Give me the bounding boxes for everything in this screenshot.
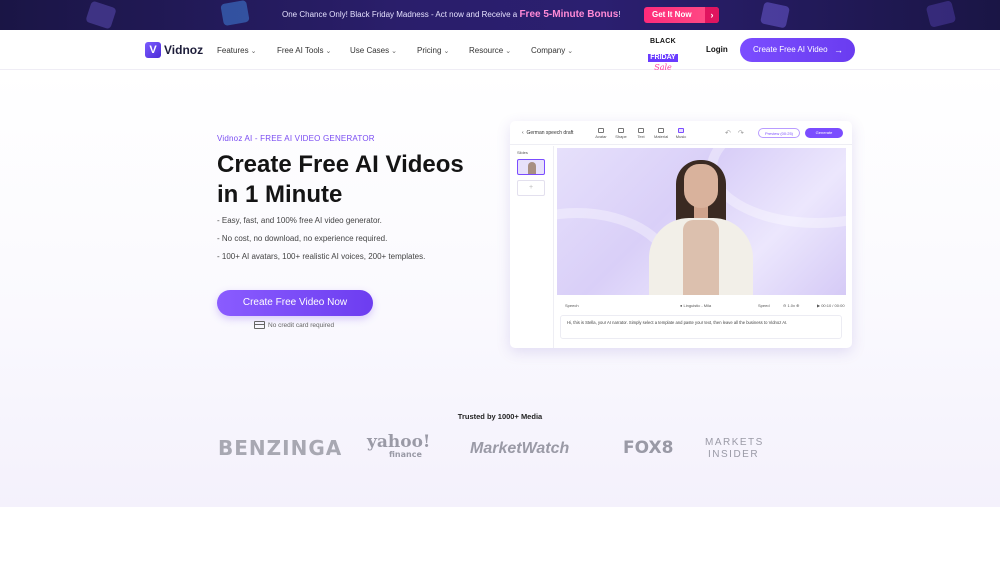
credit-card-icon (254, 321, 265, 329)
nav-item-features[interactable]: Features ⌄ (217, 46, 256, 55)
hero-title: Create Free AI Videos in 1 Minute (217, 151, 464, 208)
shape-tool: Shape (614, 128, 628, 139)
gift-decoration (85, 0, 117, 30)
create-free-ai-video-button[interactable]: Create Free AI Video → (740, 38, 855, 62)
speech-panel: Speech ● Linguistic - Mila Speed ⊖ 1.0x … (557, 299, 846, 345)
chevron-down-icon: ⌄ (391, 48, 397, 55)
slide-thumbnail (517, 159, 545, 175)
avatar-canvas (557, 148, 846, 295)
undo-icon: ↶ (725, 130, 731, 137)
nav-item-free-ai-tools[interactable]: Free AI Tools ⌄ (277, 46, 331, 55)
slides-panel: Slides + (510, 146, 554, 348)
logo-mark: V (145, 42, 161, 58)
nav-item-company[interactable]: Company ⌄ (531, 46, 573, 55)
promo-highlight: Free 5-Minute Bonus (519, 9, 619, 20)
promo-text: One Chance Only! Black Friday Madness - … (282, 9, 621, 20)
redo-icon: ↷ (738, 130, 744, 137)
nav-item-resource[interactable]: Resource ⌄ (469, 46, 511, 55)
hero-bullet: - No cost, no download, no experience re… (217, 234, 388, 243)
yahoo-finance-logo: yahoo! finance (367, 432, 431, 460)
trusted-heading: Trusted by 1000+ Media (457, 412, 543, 421)
material-tool: Material (654, 128, 668, 139)
promo-banner[interactable]: One Chance Only! Black Friday Madness - … (0, 0, 1000, 30)
chevron-down-icon: ⌄ (250, 48, 257, 55)
hero-bullet: - Easy, fast, and 100% free AI video gen… (217, 216, 382, 225)
hero-eyebrow: Vidnoz AI - FREE AI VIDEO GENERATOR (217, 134, 375, 143)
text-icon (638, 128, 644, 133)
text-tool: Text (634, 128, 648, 139)
get-it-now-button[interactable]: Get It Now › (644, 7, 719, 23)
no-credit-card-note: No credit card required (254, 321, 334, 329)
preview-button: Preview (00:25) (758, 128, 800, 138)
editor-preview: ‹ German speech draft Avatar Shape Text … (510, 121, 852, 348)
script-textbox: Hi, this is Stella, your AI narrator. Si… (560, 315, 842, 339)
create-free-video-now-button[interactable]: Create Free Video Now (217, 290, 373, 316)
add-slide-icon: + (517, 180, 545, 196)
logo-name: Vidnoz (164, 43, 204, 57)
login-link[interactable]: Login (706, 45, 728, 54)
benzinga-logo: BENZINGA (218, 436, 343, 460)
gift-decoration (925, 0, 957, 28)
chevron-down-icon: ⌄ (505, 48, 512, 55)
chevron-down-icon: ⌄ (443, 48, 450, 55)
nav-item-pricing[interactable]: Pricing ⌄ (417, 46, 449, 55)
vidnoz-logo[interactable]: V Vidnoz (145, 42, 203, 58)
gift-decoration (759, 1, 791, 29)
avatar-icon (598, 128, 604, 133)
material-icon (658, 128, 664, 133)
gift-decoration (220, 0, 250, 27)
chevron-right-icon: › (705, 7, 719, 23)
markets-insider-logo: MARKETS INSIDER (705, 437, 764, 460)
black-friday-badge[interactable]: BLACK FRIDAY Sale (647, 38, 679, 72)
chevron-down-icon: ⌄ (325, 48, 332, 55)
generate-button: Generate (805, 128, 843, 138)
avatar-tool: Avatar (594, 128, 608, 139)
play-icon: ▶ 00:10 / 00:00 (817, 303, 845, 308)
chevron-down-icon: ⌄ (567, 48, 574, 55)
shape-icon (618, 128, 624, 133)
music-tool: Music (674, 128, 688, 139)
marketwatch-logo: MarketWatch (470, 440, 570, 457)
nav-item-use-cases[interactable]: Use Cases ⌄ (350, 46, 397, 55)
flag-icon: ● Linguistic - Mila (680, 303, 712, 308)
fox8-logo: FOX8 (623, 438, 674, 458)
music-icon (678, 128, 684, 133)
arrow-right-icon: → (834, 45, 843, 55)
editor-back: ‹ German speech draft (522, 130, 574, 136)
editor-toolbar: ‹ German speech draft Avatar Shape Text … (510, 121, 852, 145)
hero-bullet: - 100+ AI avatars, 100+ realistic AI voi… (217, 252, 426, 261)
